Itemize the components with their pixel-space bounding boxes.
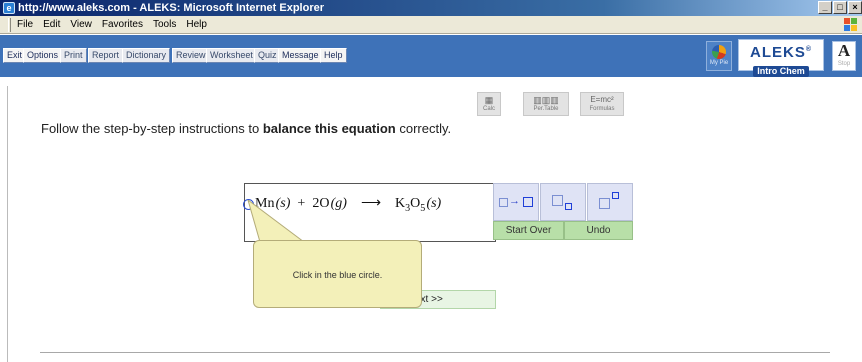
windows-logo-icon [844,18,858,32]
calc-label: Calc [482,106,495,112]
maximize-button[interactable]: □ [833,1,847,14]
aleks-toolbar: Exit Options Print Report Dictionary Rev… [0,35,862,77]
bottom-divider [40,352,830,353]
formulas-icon: E=mc² [590,95,614,104]
menu-view[interactable]: View [70,19,92,30]
menu-bar: File Edit View Favorites Tools Help [0,16,862,34]
quiz-button[interactable]: Quiz [254,48,281,63]
window-title: http://www.aleks.com - ALEKS: Microsoft … [18,2,325,14]
my-pie-label: My Pie [709,60,729,66]
worksheet-button[interactable]: Worksheet [206,48,257,63]
aleks-logo-text: ALEKS [749,44,806,61]
callout-pointer [247,200,305,242]
page-left-border [7,86,8,362]
callout-text: Click in the blue circle. [292,270,383,280]
periodic-table-button[interactable]: ▥▥▥ Per.Table [523,92,569,116]
formulas-label: Formulas [589,106,615,112]
coefficient-arrow-button[interactable]: → [493,183,539,221]
formulas-button[interactable]: E=mc² Formulas [580,92,624,116]
message-button[interactable]: Message [278,48,323,63]
menu-favorites[interactable]: Favorites [102,19,143,30]
menu-tools[interactable]: Tools [153,19,176,30]
base-box-icon [552,195,563,206]
pertable-label: Per.Table [533,106,559,112]
report-button[interactable]: Report [88,48,124,63]
aleks-logo: ALEKS® Intro Chem [738,39,824,77]
pie-chart-icon [712,45,726,59]
menu-edit[interactable]: Edit [43,19,60,30]
subscript-button[interactable] [540,183,586,221]
course-name: Intro Chem [753,66,809,77]
options-button[interactable]: Options [23,48,63,63]
menu-help[interactable]: Help [186,19,207,30]
window-controls: _ □ × [817,1,862,14]
state-product: (s) [426,196,442,211]
registered-mark: ® [805,46,812,53]
reaction-arrow: ⟶ [360,196,382,211]
periodic-table-icon: ▥▥▥ [533,95,559,105]
instructions: Follow the step-by-step instructions to … [41,121,451,136]
stop-button[interactable]: A Stop [832,41,856,71]
small-box-icon [499,198,508,207]
my-pie-button[interactable]: My Pie [706,41,732,71]
start-over-button[interactable]: Start Over [493,221,564,240]
calculator-icon: ▦ [484,95,494,105]
undo-button[interactable]: Undo [564,221,633,240]
subscript-o: 5 [420,202,426,214]
subscript-box-icon [565,203,572,210]
menu-file[interactable]: File [17,19,33,30]
stop-icon: A [837,41,851,60]
equation-tool-panel: → Start Over Undo [493,183,633,240]
close-button[interactable]: × [848,1,862,14]
base-box-icon-2 [599,198,610,209]
minimize-button[interactable]: _ [818,1,832,14]
instructions-text-1: Follow the step-by-step instructions to [41,121,263,136]
window-title-bar: e http://www.aleks.com - ALEKS: Microsof… [0,0,862,16]
review-button[interactable]: Review [172,48,210,63]
print-button[interactable]: Print [60,48,87,63]
product-o: O [410,196,421,211]
product-k: K [395,196,406,211]
help-button[interactable]: Help [320,48,347,63]
menu-grip [8,17,11,32]
calculator-button[interactable]: ▦ Calc [477,92,501,116]
superscript-box-icon [612,192,619,199]
right-arrow-icon: → [509,195,520,207]
instructions-bold: balance this equation [262,121,396,136]
target-box-icon [523,197,533,207]
superscript-button[interactable] [587,183,633,221]
hint-callout: Click in the blue circle. [253,240,422,308]
dictionary-button[interactable]: Dictionary [122,48,171,63]
state-o: (g) [330,196,347,211]
reactant-o: 2O [312,196,330,211]
instructions-text-2: correctly. [395,121,452,136]
stop-label: Stop [837,61,851,67]
internet-explorer-icon: e [3,2,15,14]
